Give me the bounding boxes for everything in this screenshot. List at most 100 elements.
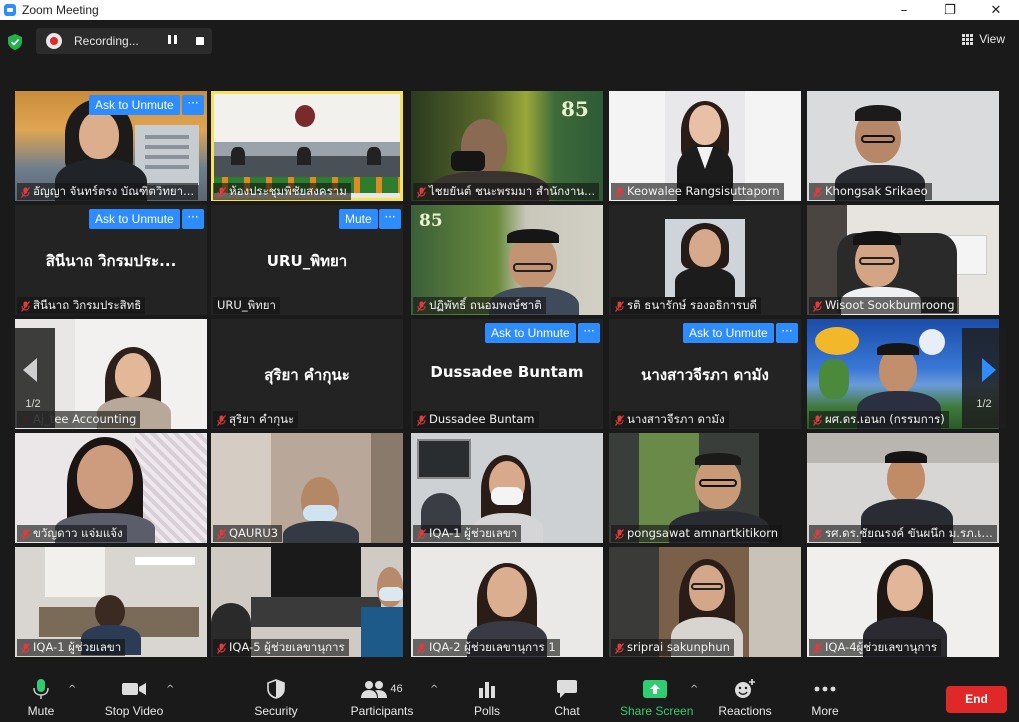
- video-tile[interactable]: นางสาวจีรภา ดามัง Ask to Unmute ··· นางส…: [609, 319, 801, 429]
- muted-microphone-icon: [813, 528, 822, 540]
- maximize-button[interactable]: ❐: [927, 0, 973, 20]
- more-button[interactable]: More: [810, 678, 840, 718]
- muted-microphone-icon: [21, 528, 30, 540]
- video-tile[interactable]: IQA-4ผู้ช่วยเลขานุการ: [807, 547, 999, 657]
- previous-page-button[interactable]: 1/2: [11, 328, 55, 428]
- polls-label: Polls: [473, 704, 500, 718]
- video-options-chevron-up-icon[interactable]: ^: [166, 684, 174, 695]
- video-tile[interactable]: 85 ไชยยันต์ ชนะพรมมา สำนักงาน...: [411, 91, 603, 201]
- muted-microphone-icon: [615, 186, 624, 198]
- participant-name: Dussadee Buntam: [413, 411, 539, 428]
- video-tile[interactable]: Keowalee Rangsisuttaporn: [609, 91, 801, 201]
- share-screen-label: Share Screen: [620, 704, 694, 718]
- window-title: Zoom Meeting: [22, 3, 99, 17]
- video-tile[interactable]: รศ.ดร.ชัยณรงค์ ขันผนึก ม.รภ.เพช...: [807, 433, 999, 543]
- minimize-button[interactable]: –: [881, 0, 927, 20]
- participant-display-name: สินีนาถ วิกรมประ...: [45, 252, 177, 270]
- security-label: Security: [254, 704, 298, 718]
- participant-name: ปฏิพัทธิ์ ถนอมพงษ์ชาติ: [413, 297, 546, 314]
- video-tile[interactable]: IQA-2 ผู้ช่วยเลขานุการ 1: [411, 547, 603, 657]
- video-tile[interactable]: URU_พิทยา Mute ··· URU_พิทยา: [211, 205, 403, 315]
- video-tile[interactable]: Dussadee Buntam Ask to Unmute ··· Dussad…: [411, 319, 603, 429]
- stop-recording-button[interactable]: [196, 37, 204, 45]
- tile-more-button[interactable]: ···: [182, 209, 204, 229]
- ask-to-unmute-button[interactable]: Ask to Unmute: [89, 209, 180, 229]
- video-tile[interactable]: IQA-1 ผู้ช่วยเลขา: [15, 547, 207, 657]
- muted-microphone-icon: [813, 186, 822, 198]
- participant-name: Khongsak Srikaeo: [809, 183, 932, 200]
- participant-count: 46: [390, 683, 403, 695]
- share-screen-icon: [643, 680, 667, 698]
- mute-participant-button[interactable]: Mute: [339, 209, 378, 229]
- close-button[interactable]: ✕: [973, 0, 1019, 20]
- stop-video-button[interactable]: Stop Video: [100, 678, 168, 718]
- video-tile[interactable]: Khongsak Srikaeo: [807, 91, 999, 201]
- tile-more-button[interactable]: ···: [776, 323, 798, 343]
- end-meeting-button[interactable]: End: [946, 686, 1007, 713]
- video-tile[interactable]: sriprai sakunphun: [609, 547, 801, 657]
- participant-name: QAURU3: [213, 525, 283, 542]
- video-tile[interactable]: สุริยา คำกุนะ สุริยา คำกุนะ: [211, 319, 403, 429]
- mute-button[interactable]: Mute: [22, 678, 60, 718]
- participant-name: IQA-1 ผู้ช่วยเลขา: [413, 525, 522, 542]
- participant-name: Wisoot Sookbumroong: [809, 297, 959, 314]
- participants-button[interactable]: 46 Participants: [350, 678, 414, 718]
- encryption-shield-icon[interactable]: [8, 34, 22, 50]
- ask-to-unmute-button[interactable]: Ask to Unmute: [485, 323, 576, 343]
- video-tile[interactable]: สินีนาถ วิกรมประ... Ask to Unmute ··· สิ…: [15, 205, 207, 315]
- reactions-button[interactable]: Reactions: [718, 678, 772, 718]
- video-tile[interactable]: รติ ธนารักษ์ รองอธิการบดี: [609, 205, 801, 315]
- muted-microphone-icon: [217, 414, 226, 426]
- video-tile[interactable]: ห้องประชุมพิชัยสงคราม: [211, 91, 403, 201]
- ask-to-unmute-button[interactable]: Ask to Unmute: [89, 95, 180, 115]
- chat-button[interactable]: Chat: [553, 678, 581, 718]
- view-label: View: [979, 32, 1005, 46]
- meeting-toolbar: Mute ^ Stop Video ^ Security 46 Particip…: [0, 664, 1019, 722]
- grid-icon: [962, 33, 974, 45]
- share-options-chevron-up-icon[interactable]: ^: [690, 684, 698, 695]
- audio-options-chevron-up-icon[interactable]: ^: [68, 684, 76, 695]
- tile-more-button[interactable]: ···: [578, 323, 600, 343]
- view-button[interactable]: View: [962, 32, 1005, 46]
- muted-microphone-icon: [217, 186, 226, 198]
- polls-button[interactable]: Polls: [472, 678, 502, 718]
- participant-name: sriprai sakunphun: [611, 639, 734, 656]
- participant-name: ขวัญดาว แจ่มแจ้ง: [17, 525, 127, 542]
- security-button[interactable]: Security: [252, 678, 300, 718]
- participant-name: นางสาวจีรภา ดามัง: [611, 411, 729, 428]
- chat-label: Chat: [554, 704, 580, 718]
- tile-more-button[interactable]: ···: [379, 209, 401, 229]
- participants-options-chevron-up-icon[interactable]: ^: [430, 684, 438, 695]
- video-tile[interactable]: pongsawat amnartkitikorn: [609, 433, 801, 543]
- participant-name: อัญญา จันทร์ตรง บัณฑิตวิทยา...: [17, 183, 199, 200]
- share-screen-button[interactable]: Share Screen: [620, 678, 694, 718]
- next-page-button[interactable]: 1/2: [962, 328, 1006, 428]
- pause-recording-button[interactable]: [168, 35, 180, 47]
- muted-microphone-icon: [813, 300, 822, 312]
- muted-microphone-icon: [21, 300, 30, 312]
- window-title-bar: Zoom Meeting – ❐ ✕: [0, 0, 1019, 20]
- participants-label: Participants: [350, 704, 414, 718]
- participant-name: IQA-4ผู้ช่วยเลขานุการ: [809, 639, 942, 656]
- participant-name: สินีนาถ วิกรมประสิทธิ: [17, 297, 146, 314]
- tile-more-button[interactable]: ···: [182, 95, 204, 115]
- video-camera-icon: [122, 683, 146, 695]
- mute-label: Mute: [27, 704, 55, 718]
- ask-to-unmute-button[interactable]: Ask to Unmute: [683, 323, 774, 343]
- muted-microphone-icon: [21, 642, 30, 654]
- muted-microphone-icon: [813, 642, 822, 654]
- participant-name: IQA-5 ผู้ช่วยเลขานุการ: [213, 639, 349, 656]
- video-tile[interactable]: IQA-1 ผู้ช่วยเลขา: [411, 433, 603, 543]
- video-tile[interactable]: IQA-5 ผู้ช่วยเลขานุการ: [211, 547, 403, 657]
- zoom-app-icon: [4, 4, 16, 16]
- video-tile[interactable]: QAURU3: [211, 433, 403, 543]
- shield-icon: [267, 679, 285, 699]
- video-tile[interactable]: ขวัญดาว แจ่มแจ้ง: [15, 433, 207, 543]
- video-tile[interactable]: 85 ปฏิพัทธิ์ ถนอมพงษ์ชาติ: [411, 205, 603, 315]
- video-tile[interactable]: Ask to Unmute ··· อัญญา จันทร์ตรง บัณฑิต…: [15, 91, 207, 201]
- reactions-label: Reactions: [718, 704, 772, 718]
- ellipsis-icon: [814, 686, 836, 692]
- participant-name: IQA-1 ผู้ช่วยเลขา: [17, 639, 126, 656]
- video-tile[interactable]: Wisoot Sookbumroong: [807, 205, 999, 315]
- participant-display-name: นางสาวจีรภา ดามัง: [641, 366, 769, 384]
